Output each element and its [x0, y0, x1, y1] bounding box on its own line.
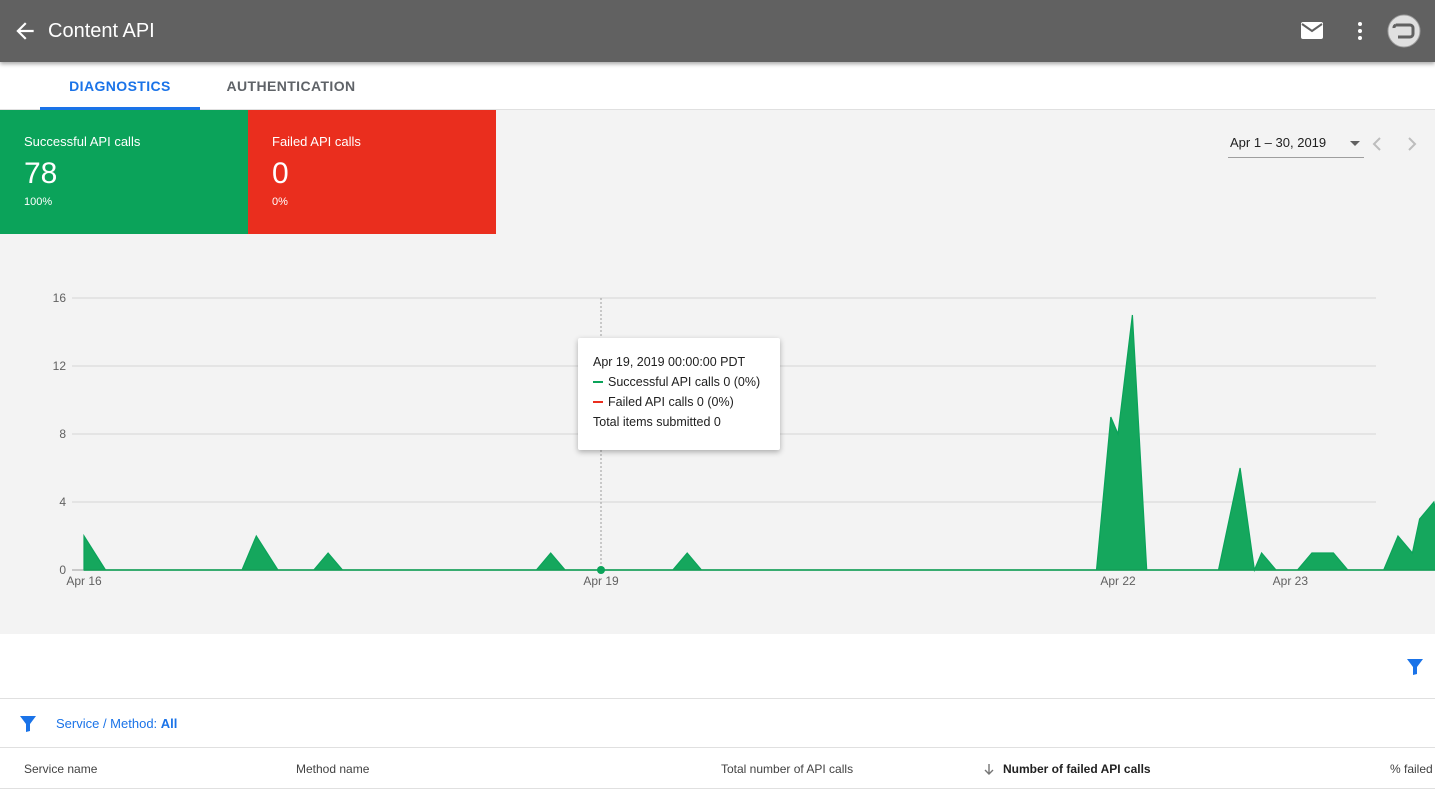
column-total-calls[interactable]: Total number of API calls — [721, 762, 853, 776]
chart-tooltip: Apr 19, 2019 00:00:00 PDT Successful API… — [578, 338, 780, 450]
successful-calls-label: Successful API calls — [24, 134, 141, 149]
filter-value: All — [160, 716, 178, 731]
column-method-name[interactable]: Method name — [296, 762, 369, 776]
column-service-name[interactable]: Service name — [24, 762, 97, 776]
y-tick-label: 4 — [59, 495, 66, 509]
sort-descending-icon[interactable] — [982, 762, 996, 776]
arrow-back-icon[interactable] — [12, 18, 38, 44]
table-toolbar — [0, 634, 1435, 699]
chevron-right-icon[interactable] — [1403, 134, 1421, 154]
tooltip-success-row: Successful API calls 0 (0%) — [593, 372, 765, 392]
hover-point — [597, 566, 605, 574]
tab-bar: DIAGNOSTICS AUTHENTICATION — [0, 62, 1435, 110]
page-title: Content API — [48, 20, 155, 42]
chevron-left-icon[interactable] — [1368, 134, 1386, 154]
tab-authentication[interactable]: AUTHENTICATION — [216, 62, 366, 110]
x-tick-label: Apr 22 — [1100, 574, 1136, 588]
dropdown-arrow-icon — [1350, 141, 1360, 146]
filter-icon[interactable] — [1406, 658, 1424, 676]
failed-calls-label: Failed API calls — [272, 134, 361, 149]
y-tick-label: 8 — [59, 427, 66, 441]
x-tick-label: Apr 16 — [66, 574, 102, 588]
tooltip-success-text: Successful API calls 0 (0%) — [608, 375, 761, 389]
app-bar: Content API — [0, 0, 1435, 62]
date-range-value: Apr 1 – 30, 2019 — [1230, 135, 1327, 150]
x-tick-label: Apr 19 — [583, 574, 619, 588]
account-avatar-icon[interactable] — [1387, 14, 1421, 48]
column-failed-calls[interactable]: Number of failed API calls — [1003, 762, 1151, 776]
filter-icon — [20, 716, 36, 732]
service-method-filter-chip[interactable]: Service / Method: All — [56, 716, 177, 731]
x-tick-label: Apr 23 — [1273, 574, 1309, 588]
y-tick-label: 16 — [53, 291, 67, 305]
success-swatch — [593, 380, 603, 383]
filter-label: Service / Method: — [56, 716, 161, 731]
y-tick-label: 0 — [59, 563, 66, 577]
tooltip-failed-text: Failed API calls 0 (0%) — [608, 395, 734, 409]
date-range-select[interactable]: Apr 1 – 30, 2019 — [1228, 132, 1364, 158]
mail-icon[interactable] — [1300, 20, 1324, 42]
tooltip-timestamp: Apr 19, 2019 00:00:00 PDT — [593, 355, 746, 369]
tab-diagnostics[interactable]: DIAGNOSTICS — [40, 62, 200, 110]
active-filters-row: Service / Method: All — [0, 700, 1435, 748]
more-vert-icon[interactable] — [1348, 18, 1372, 44]
column-percent-failed[interactable]: % failed — [1390, 762, 1433, 776]
tooltip-failed-row: Failed API calls 0 (0%) — [593, 392, 765, 412]
failed-swatch — [593, 400, 603, 403]
table-header: Service name Method name Total number of… — [0, 749, 1435, 789]
tooltip-items: Total items submitted 0 — [593, 415, 721, 429]
y-tick-label: 12 — [53, 359, 67, 373]
